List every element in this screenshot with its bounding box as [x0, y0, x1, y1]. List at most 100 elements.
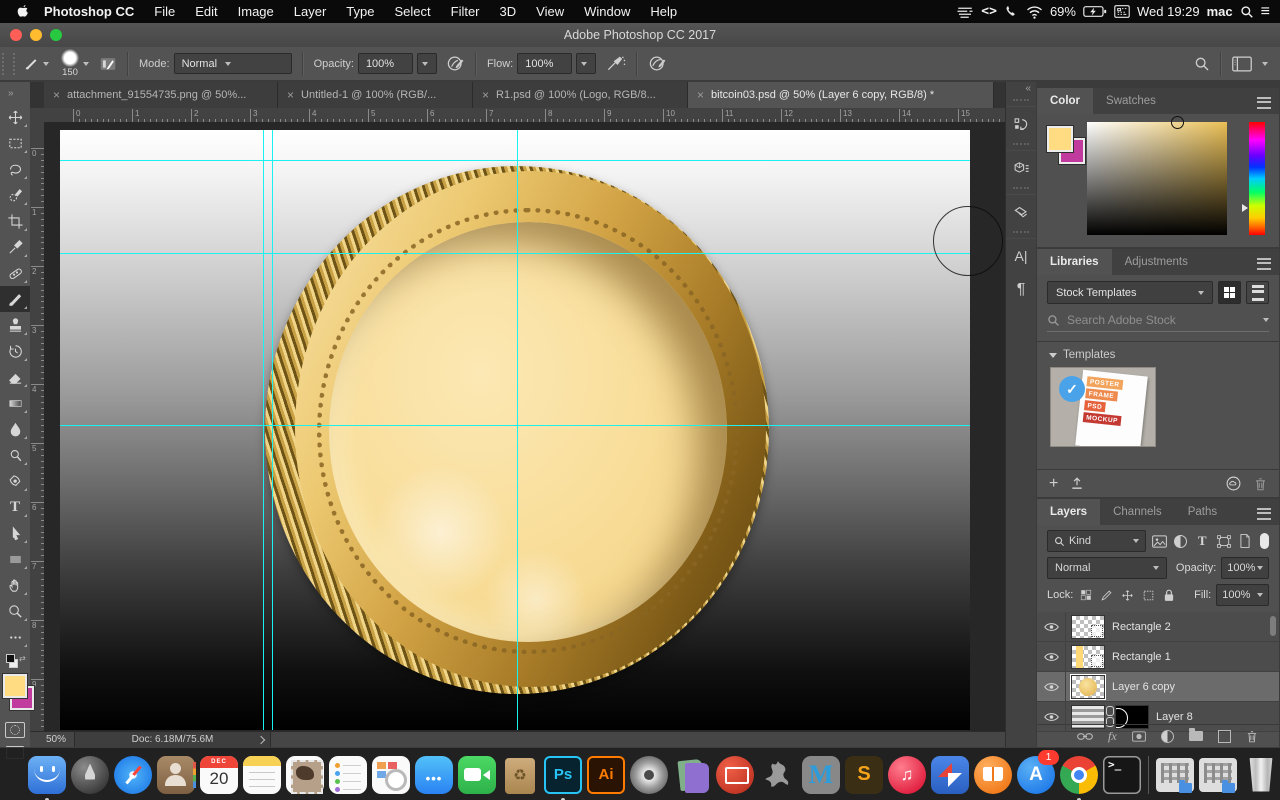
guide-horizontal-1[interactable]: [60, 160, 970, 161]
dock-notes-icon[interactable]: [241, 754, 283, 796]
history-panel-icon[interactable]: [1006, 106, 1036, 141]
gradient-tool[interactable]: [0, 390, 30, 416]
brush-picker-chevron[interactable]: [83, 62, 89, 66]
tab-adjustments[interactable]: Adjustments: [1112, 249, 1201, 275]
visibility-eye-icon[interactable]: [1037, 672, 1066, 701]
workspace-switcher-icon[interactable]: [1232, 56, 1252, 72]
doc-size-readout[interactable]: Doc: 6.18M/75.6M: [74, 732, 271, 747]
phone-status-icon[interactable]: [1004, 4, 1019, 19]
layer-name[interactable]: Rectangle 2: [1112, 621, 1171, 633]
ruler-origin[interactable]: [30, 108, 45, 123]
close-window-button[interactable]: [10, 29, 22, 41]
blend-mode-select[interactable]: Normal: [1047, 557, 1167, 579]
eyedropper-tool[interactable]: [0, 234, 30, 260]
dock-mail-icon[interactable]: [284, 754, 326, 796]
add-mask-button[interactable]: [1132, 731, 1146, 742]
document-canvas[interactable]: [60, 130, 970, 730]
layer-name[interactable]: Layer 6 copy: [1112, 681, 1175, 693]
menu-select[interactable]: Select: [384, 4, 440, 19]
filter-smart-objects-icon[interactable]: [1237, 534, 1253, 548]
menu-layer[interactable]: Layer: [284, 4, 337, 19]
menu-window[interactable]: Window: [574, 4, 640, 19]
dock-sublime-icon[interactable]: S: [843, 754, 885, 796]
delete-layer-button[interactable]: [1246, 730, 1258, 743]
guide-horizontal-2[interactable]: [60, 253, 970, 254]
guide-vertical-3[interactable]: [517, 130, 518, 730]
lock-position-icon[interactable]: [1120, 589, 1136, 602]
tab-color[interactable]: Color: [1037, 88, 1093, 114]
add-content-button[interactable]: +: [1049, 475, 1058, 493]
pen-tool[interactable]: [0, 468, 30, 494]
dock-reminders-icon[interactable]: [327, 754, 369, 796]
pressure-opacity-icon[interactable]: [446, 54, 465, 73]
lock-artboard-icon[interactable]: [1141, 589, 1157, 602]
dock-calendar-icon[interactable]: DEC20: [198, 754, 240, 796]
filter-shape-layers-icon[interactable]: [1215, 535, 1231, 548]
creative-cloud-icon[interactable]: [1225, 475, 1242, 492]
dock-appstore-icon[interactable]: A1: [1015, 754, 1057, 796]
dock-photos-icon[interactable]: [370, 754, 412, 796]
menu-filter[interactable]: Filter: [441, 4, 490, 19]
layer-opacity-select[interactable]: 100%: [1221, 557, 1269, 579]
layer-filter-toggle[interactable]: [1260, 533, 1269, 549]
zoom-window-button[interactable]: [50, 29, 62, 41]
close-icon[interactable]: ×: [53, 88, 60, 102]
clone-stamp-tool[interactable]: [0, 312, 30, 338]
flow-select[interactable]: 100%: [517, 53, 572, 74]
dock-folder-2-icon[interactable]: [1197, 754, 1239, 796]
dock-terminal-icon[interactable]: >_: [1101, 754, 1143, 796]
new-adjustment-layer-button[interactable]: [1161, 730, 1174, 743]
type-tool[interactable]: T: [0, 494, 30, 520]
guide-vertical-2[interactable]: [272, 130, 273, 730]
dock-preferences-icon[interactable]: [628, 754, 670, 796]
dock-vmware-icon[interactable]: [929, 754, 971, 796]
toggle-brush-panel-button[interactable]: [99, 56, 117, 72]
saturation-brightness-field[interactable]: [1087, 122, 1227, 235]
filter-adjustment-layers-icon[interactable]: [1173, 535, 1189, 548]
marquee-tool[interactable]: [0, 130, 30, 156]
workspace-chevron[interactable]: [1262, 62, 1268, 66]
layer-row-rectangle-2[interactable]: Rectangle 2: [1037, 612, 1279, 642]
path-select-tool[interactable]: [0, 520, 30, 546]
options-grip[interactable]: [2, 53, 15, 75]
dock-photoshop-icon[interactable]: Ps: [542, 754, 584, 796]
dock-launchpad-icon[interactable]: [69, 754, 111, 796]
tab-bitcoin03-active[interactable]: × bitcoin03.psd @ 50% (Layer 6 copy, RGB…: [688, 82, 994, 108]
quick-select-tool[interactable]: [0, 182, 30, 208]
paragraph-panel-icon[interactable]: ¶: [1006, 273, 1036, 307]
panel-menu-icon[interactable]: [1257, 97, 1271, 109]
hue-slider[interactable]: [1249, 122, 1265, 235]
dock-facetime-icon[interactable]: [456, 754, 498, 796]
tools-collapse-button[interactable]: »: [0, 82, 30, 104]
stock-template-thumbnail[interactable]: POSTER FRAME PSD MOCKUP ✓: [1050, 367, 1156, 447]
tab-r1[interactable]: × R1.psd @ 100% (Logo, RGB/8...: [473, 82, 688, 108]
visibility-eye-icon[interactable]: [1037, 612, 1066, 641]
guide-vertical-1[interactable]: [263, 130, 264, 730]
menu-help[interactable]: Help: [640, 4, 687, 19]
styles-panel-icon[interactable]: [1006, 194, 1036, 229]
horizontal-ruler[interactable]: 0123456789101112131415: [44, 108, 1005, 123]
menu-file[interactable]: File: [144, 4, 185, 19]
upload-button[interactable]: [1070, 477, 1084, 490]
opacity-chevron[interactable]: [417, 53, 437, 74]
dock-notebooks-icon[interactable]: [671, 754, 713, 796]
guide-horizontal-3[interactable]: [60, 425, 970, 426]
lock-transparency-icon[interactable]: [1078, 589, 1094, 601]
layer-name[interactable]: Rectangle 1: [1112, 651, 1171, 663]
filter-type-layers-icon[interactable]: T: [1194, 533, 1210, 549]
menu-photoshop-cc[interactable]: Photoshop CC: [34, 4, 144, 19]
lasso-tool[interactable]: [0, 156, 30, 182]
layer-name[interactable]: Layer 8: [1156, 711, 1193, 723]
dock-itunes-icon[interactable]: ♫: [886, 754, 928, 796]
eraser-tool[interactable]: [0, 364, 30, 390]
tab-layers[interactable]: Layers: [1037, 499, 1100, 525]
zoom-level-field[interactable]: 50%: [30, 734, 74, 745]
dock-malwarebytes-icon[interactable]: M: [800, 754, 842, 796]
airbrush-icon[interactable]: [606, 54, 626, 73]
brush-tool-preset[interactable]: [23, 55, 49, 72]
layer-fill-select[interactable]: 100%: [1216, 584, 1269, 606]
delete-icon[interactable]: [1254, 477, 1267, 491]
brush-size-preview[interactable]: 150: [61, 49, 79, 78]
panel-menu-icon[interactable]: [1257, 258, 1271, 270]
lock-all-icon[interactable]: [1161, 589, 1177, 602]
